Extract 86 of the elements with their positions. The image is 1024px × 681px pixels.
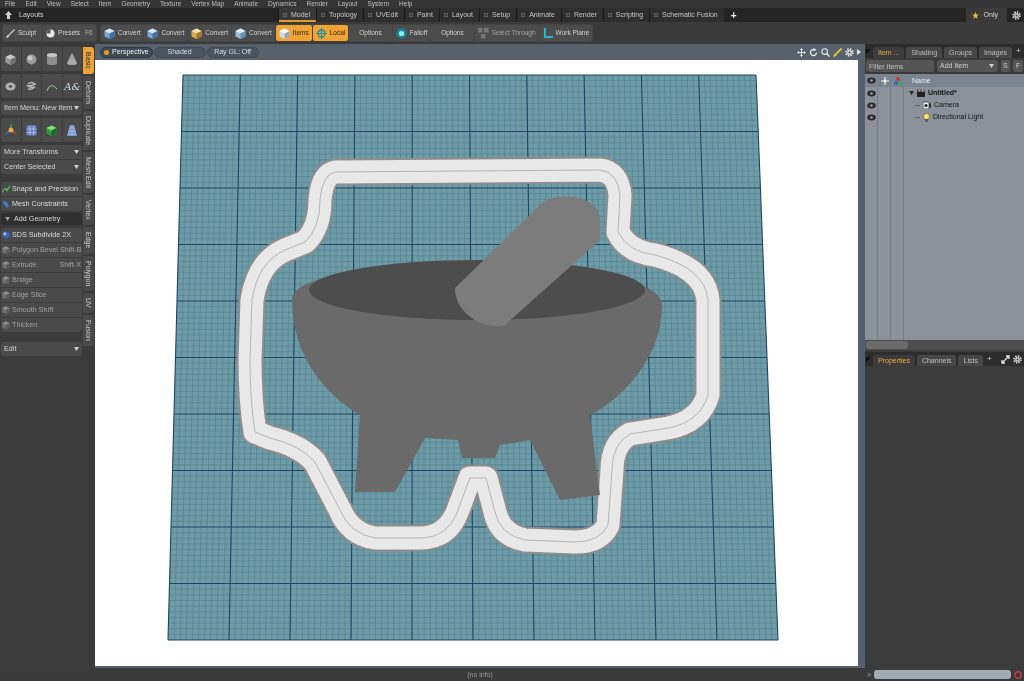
gear-icon	[1013, 354, 1022, 364]
cylinder-icon	[46, 53, 57, 65]
grip-icon	[654, 13, 659, 17]
caret-icon	[988, 64, 994, 68]
tool-button[interactable]	[42, 74, 62, 98]
eye-icon	[867, 89, 876, 97]
cubes-icon	[477, 27, 489, 39]
tool-button[interactable]	[1, 74, 21, 98]
caret-icon	[74, 165, 79, 169]
caret-icon	[857, 49, 861, 55]
ring-icon	[1014, 670, 1022, 679]
constraint-icon	[2, 200, 10, 208]
cube-icon	[5, 53, 17, 65]
cube-icon	[2, 246, 10, 254]
eye-icon	[867, 77, 876, 84]
pin-icon	[880, 76, 889, 85]
camera-icon	[923, 101, 931, 109]
angle-icon	[542, 27, 553, 39]
star-icon	[971, 11, 979, 19]
grip-icon	[283, 13, 287, 17]
prism-icon	[67, 124, 78, 136]
add-tab-button[interactable]: +	[984, 354, 994, 364]
cube-icon	[2, 276, 10, 284]
command-field[interactable]	[874, 670, 1011, 679]
caret-icon	[74, 106, 79, 110]
crosshair-icon	[315, 27, 327, 39]
scrollbar-thumb[interactable]	[866, 341, 908, 349]
grip-icon	[483, 13, 488, 17]
dot-icon	[104, 49, 109, 55]
tool-button[interactable]	[1, 47, 21, 71]
sphere-icon	[25, 53, 37, 65]
zoom-icon	[821, 47, 830, 57]
tool-button[interactable]	[21, 47, 41, 71]
caret-icon	[74, 150, 79, 154]
grip-icon	[368, 13, 373, 17]
snap-icon	[2, 185, 10, 193]
torus-icon	[5, 81, 17, 91]
cube-icon	[147, 27, 159, 39]
pie-icon	[46, 28, 56, 38]
ring-icon	[395, 27, 407, 39]
caret-icon[interactable]	[909, 91, 914, 95]
grip-icon	[607, 13, 612, 17]
grip-icon	[565, 13, 570, 17]
eye-icon	[867, 113, 876, 121]
tool-button[interactable]	[62, 118, 82, 142]
light-bulb-icon	[923, 112, 930, 122]
rotate-icon	[809, 47, 818, 57]
cube-icon	[235, 27, 246, 39]
caret-icon	[5, 217, 10, 221]
cube-icon	[2, 261, 10, 269]
grip-icon	[408, 13, 413, 17]
tool-button[interactable]	[42, 47, 62, 71]
expand-icon	[1001, 354, 1010, 364]
cube-icon	[2, 306, 10, 314]
color-dots-icon	[893, 76, 902, 85]
clapper-icon	[917, 89, 925, 97]
tool-button[interactable]	[1, 118, 21, 142]
sphere-icon	[2, 231, 10, 239]
cube-icon	[191, 27, 203, 39]
gizmo-icon	[4, 124, 17, 136]
arrow-up-icon	[5, 11, 12, 19]
tool-button[interactable]	[21, 118, 41, 142]
brush-icon	[833, 47, 842, 57]
grip-icon	[321, 13, 326, 17]
move-icon	[797, 47, 806, 57]
tool-button[interactable]	[42, 118, 62, 142]
add-tab-button[interactable]: +	[1014, 46, 1023, 56]
cube-icon	[2, 321, 10, 329]
brush-icon	[6, 28, 15, 38]
gear-icon	[1012, 10, 1021, 20]
tool-button[interactable]	[21, 74, 41, 98]
tool-button[interactable]	[62, 47, 82, 71]
spiral-icon	[25, 80, 37, 92]
cube-icon	[46, 124, 58, 136]
text-tool-button[interactable]: A&	[62, 74, 82, 98]
cube-icon	[103, 27, 115, 39]
caret-icon	[74, 347, 79, 351]
grip-icon	[443, 13, 448, 17]
grip-icon	[521, 13, 526, 17]
eye-icon	[867, 101, 876, 109]
grid-cube-icon	[25, 124, 37, 136]
cube-icon	[2, 291, 10, 299]
cone-icon	[67, 53, 78, 65]
gear-icon	[845, 47, 854, 57]
add-tab-button[interactable]: +	[723, 8, 744, 22]
cube-icon	[278, 27, 290, 39]
